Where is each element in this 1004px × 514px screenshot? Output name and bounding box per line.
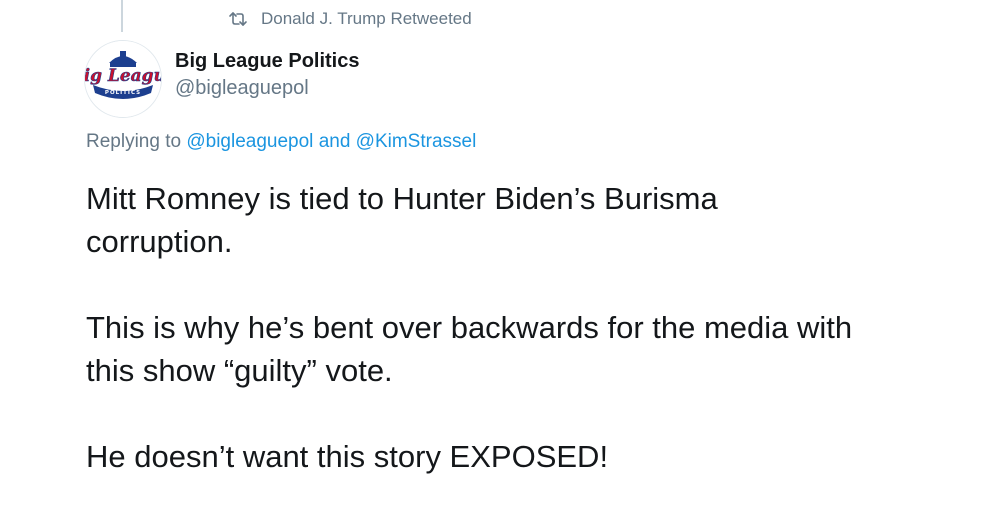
tweet-line: Mitt Romney is tied to Hunter Biden’s Bu…	[86, 181, 718, 216]
thread-connector-line	[121, 0, 123, 32]
retweet-context: Donald J. Trump Retweeted	[228, 7, 472, 31]
tweet-text: Mitt Romney is tied to Hunter Biden’s Bu…	[86, 177, 986, 478]
replying-to: Replying to @bigleaguepol and @KimStrass…	[86, 131, 476, 153]
tweet-header: Big League POLITICS Big League Politics …	[84, 40, 359, 118]
author-handle[interactable]: @bigleaguepol	[175, 75, 359, 101]
retweet-icon	[228, 11, 248, 27]
logo-wordmark: Big League	[85, 66, 161, 86]
tweet-line: He doesn’t want this story EXPOSED!	[86, 439, 609, 474]
mention-link[interactable]: @KimStrassel	[356, 131, 477, 152]
mention-conjunction[interactable]: and	[319, 131, 351, 152]
logo-banner-text: POLITICS	[105, 90, 141, 96]
avatar[interactable]: Big League POLITICS	[84, 40, 162, 118]
tweet-line: this show “guilty” vote.	[86, 353, 393, 388]
author-names: Big League Politics @bigleaguepol	[175, 48, 359, 101]
tweet-line: This is why he’s bent over backwards for…	[86, 310, 853, 345]
mention-link[interactable]: @bigleaguepol	[186, 131, 313, 152]
author-display-name[interactable]: Big League Politics	[175, 48, 359, 74]
retweeter-link[interactable]: Donald J. Trump Retweeted	[261, 9, 472, 29]
replying-prefix: Replying to	[86, 131, 182, 152]
tweet-line: corruption.	[86, 224, 233, 259]
big-league-politics-logo: Big League POLITICS	[85, 41, 161, 117]
